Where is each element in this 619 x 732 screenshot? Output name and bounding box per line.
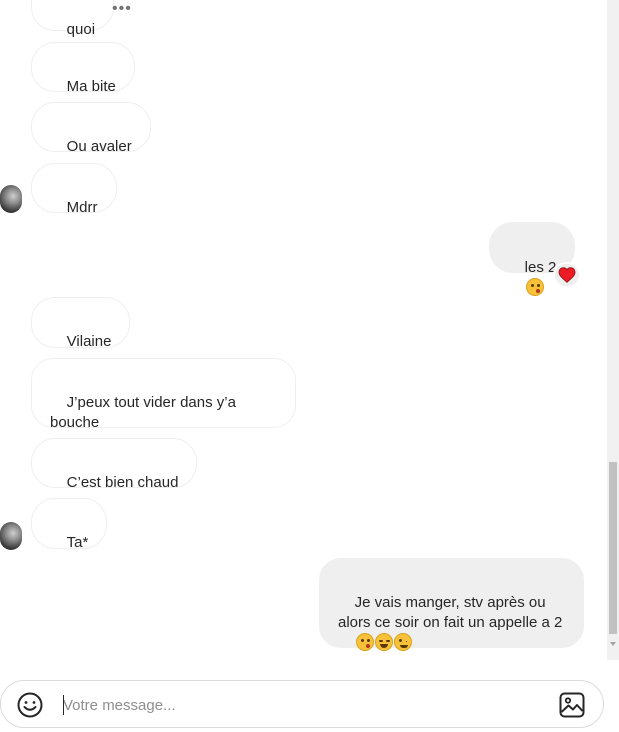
- message-text: Je vais manger, stv après ou alors ce so…: [338, 594, 563, 631]
- message-bubble[interactable]: J’peux tout vider dans y’a bouche: [31, 358, 296, 431]
- message-bubble[interactable]: Mdrr: [31, 163, 117, 216]
- message-text: Ou avaler: [66, 138, 132, 155]
- message-bubble[interactable]: C’est bien chaud: [31, 438, 198, 491]
- message-text: J’peux tout vider dans y’a bouche: [50, 394, 241, 431]
- message-text: Vilaine: [66, 333, 112, 350]
- scrollbar-thumb[interactable]: [609, 462, 617, 634]
- message-bubble[interactable]: Ma bite: [31, 42, 135, 95]
- message-text: les 2: [524, 259, 557, 276]
- message-text: Ta*: [66, 534, 89, 551]
- kissing-face-icon: [525, 278, 544, 296]
- emoji-button[interactable]: [17, 692, 43, 718]
- message-text: Ma bite: [66, 78, 116, 95]
- scrollbar[interactable]: [607, 0, 619, 660]
- scroll-down-arrow-icon[interactable]: [610, 642, 616, 646]
- kissing-face-icon: [355, 633, 374, 651]
- smiling-face-icon: [374, 633, 393, 651]
- smiley-face-icon: [17, 692, 43, 718]
- more-options-icon[interactable]: •••: [112, 1, 132, 17]
- message-input[interactable]: [63, 693, 533, 717]
- message-bubble[interactable]: Ta*: [31, 498, 108, 551]
- message-text: Mdrr: [66, 199, 98, 216]
- reaction-badge[interactable]: [553, 262, 581, 288]
- message-text: quoi: [66, 21, 96, 38]
- message-thread[interactable]: quoi ••• Ma bite Ou avaler Mdrr les 2 Vi…: [0, 0, 607, 662]
- message-bubble[interactable]: Vilaine: [31, 297, 131, 350]
- avatar[interactable]: [0, 522, 22, 550]
- image-icon: [559, 692, 585, 718]
- avatar[interactable]: [0, 185, 22, 213]
- text-cursor: [63, 695, 64, 715]
- winking-face-icon: [393, 633, 412, 651]
- attach-image-button[interactable]: [559, 692, 585, 718]
- message-composer: [0, 680, 604, 728]
- message-bubble[interactable]: Ou avaler: [31, 102, 151, 155]
- message-bubble[interactable]: quoi: [31, 0, 115, 38]
- message-text: C’est bien chaud: [66, 474, 179, 491]
- heart-icon: [558, 267, 576, 283]
- message-bubble[interactable]: Je vais manger, stv après ou alors ce so…: [319, 558, 584, 651]
